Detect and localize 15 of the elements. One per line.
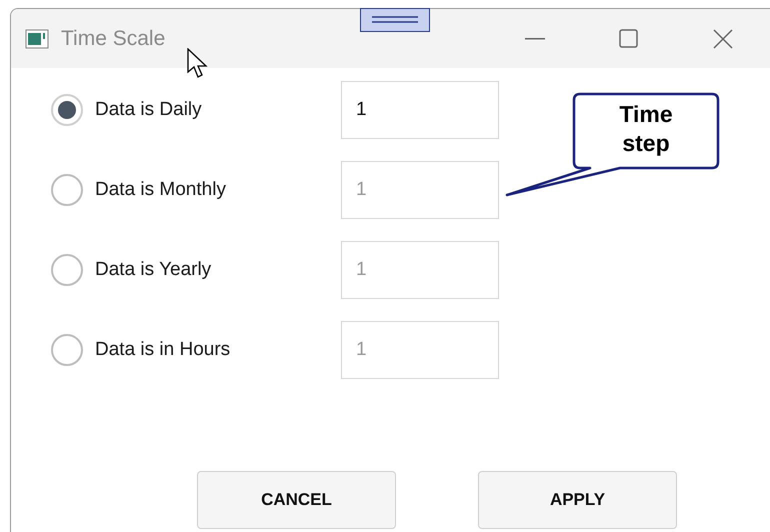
callout-text: Time step xyxy=(618,100,674,158)
radio-label: Data is in Hours xyxy=(95,339,230,361)
radio-button[interactable] xyxy=(51,94,83,126)
apply-button[interactable]: APPLY xyxy=(478,471,677,529)
radio-label: Data is Daily xyxy=(95,99,202,121)
app-icon xyxy=(25,28,49,48)
radio-label: Data is Monthly xyxy=(95,179,226,201)
grip-handle-icon xyxy=(360,8,430,32)
cancel-button[interactable]: CANCEL xyxy=(197,471,396,529)
close-icon xyxy=(713,28,733,48)
radio-label: Data is Yearly xyxy=(95,259,212,281)
minimize-icon xyxy=(525,38,545,40)
time-step-field[interactable]: 1 xyxy=(341,81,499,139)
window-title: Time Scale xyxy=(61,26,166,50)
maximize-icon xyxy=(619,28,639,48)
